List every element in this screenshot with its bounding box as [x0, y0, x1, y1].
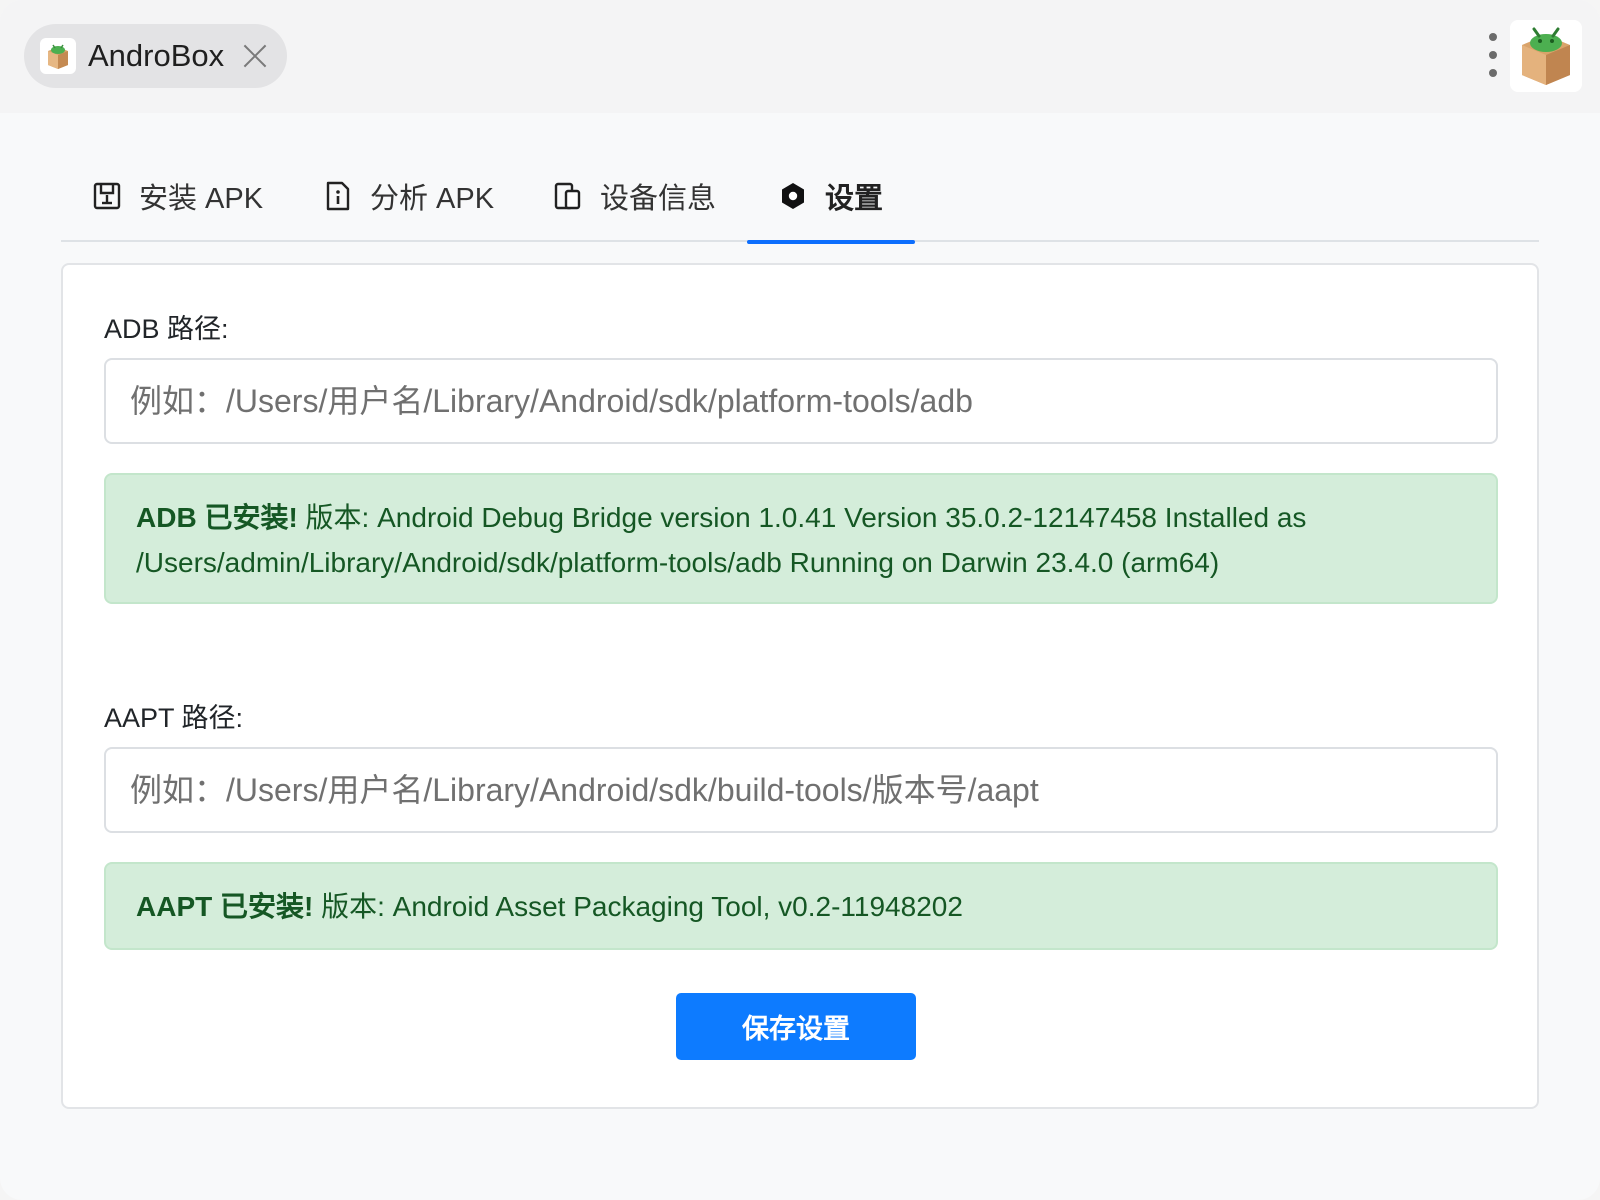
window-tab[interactable]: AndroBox: [24, 24, 287, 88]
settings-card: ADB 路径: ADB 已安装! 版本: Android Debug Bridg…: [61, 263, 1539, 1109]
tab-label: 设备信息: [600, 183, 717, 215]
tab-install-apk[interactable]: 安装 APK: [61, 150, 295, 242]
gear-icon: [782, 183, 804, 209]
aapt-status-title: AAPT 已安装!: [136, 891, 314, 922]
title-bar: AndroBox: [0, 0, 1600, 113]
tab-label: 设置: [825, 183, 884, 215]
window-tab-title: AndroBox: [88, 38, 225, 73]
aapt-path-input[interactable]: [104, 747, 1498, 833]
adb-status-title: ADB 已安装!: [136, 502, 298, 533]
tab-device-info[interactable]: 设备信息: [522, 150, 748, 242]
tab-label: 分析 APK: [370, 183, 495, 215]
more-options-icon[interactable]: [1486, 33, 1500, 77]
devices-icon: [554, 182, 581, 210]
aapt-path-label: AAPT 路径:: [104, 703, 244, 733]
tab-label: 安装 APK: [139, 183, 264, 215]
androbox-logo-icon: [1522, 27, 1570, 85]
tab-settings[interactable]: 设置: [747, 150, 916, 244]
save-settings-button[interactable]: 保存设置: [676, 993, 916, 1060]
save-icon: [93, 182, 121, 210]
extension-button[interactable]: [1510, 20, 1582, 92]
adb-path-input[interactable]: [104, 358, 1498, 444]
aapt-status-alert: AAPT 已安装! 版本: Android Asset Packaging To…: [104, 862, 1498, 950]
tab-analyze-apk[interactable]: 分析 APK: [292, 150, 526, 242]
file-info-icon: [326, 181, 350, 211]
aapt-status-text: 版本: Android Asset Packaging Tool, v0.2-1…: [313, 891, 963, 922]
androbox-icon: [40, 38, 76, 74]
app-window: AndroBox 安装 APK 分析 APK 设备信息 设置 ADB 路径: 例…: [0, 0, 1600, 1200]
close-icon[interactable]: [242, 43, 268, 69]
adb-status-alert: ADB 已安装! 版本: Android Debug Bridge versio…: [104, 473, 1498, 604]
adb-path-label: ADB 路径:: [104, 314, 229, 344]
main-tabs: 安装 APK 分析 APK 设备信息 设置: [61, 150, 1539, 244]
adb-status-text: 版本: Android Debug Bridge version 1.0.41 …: [136, 502, 1307, 578]
